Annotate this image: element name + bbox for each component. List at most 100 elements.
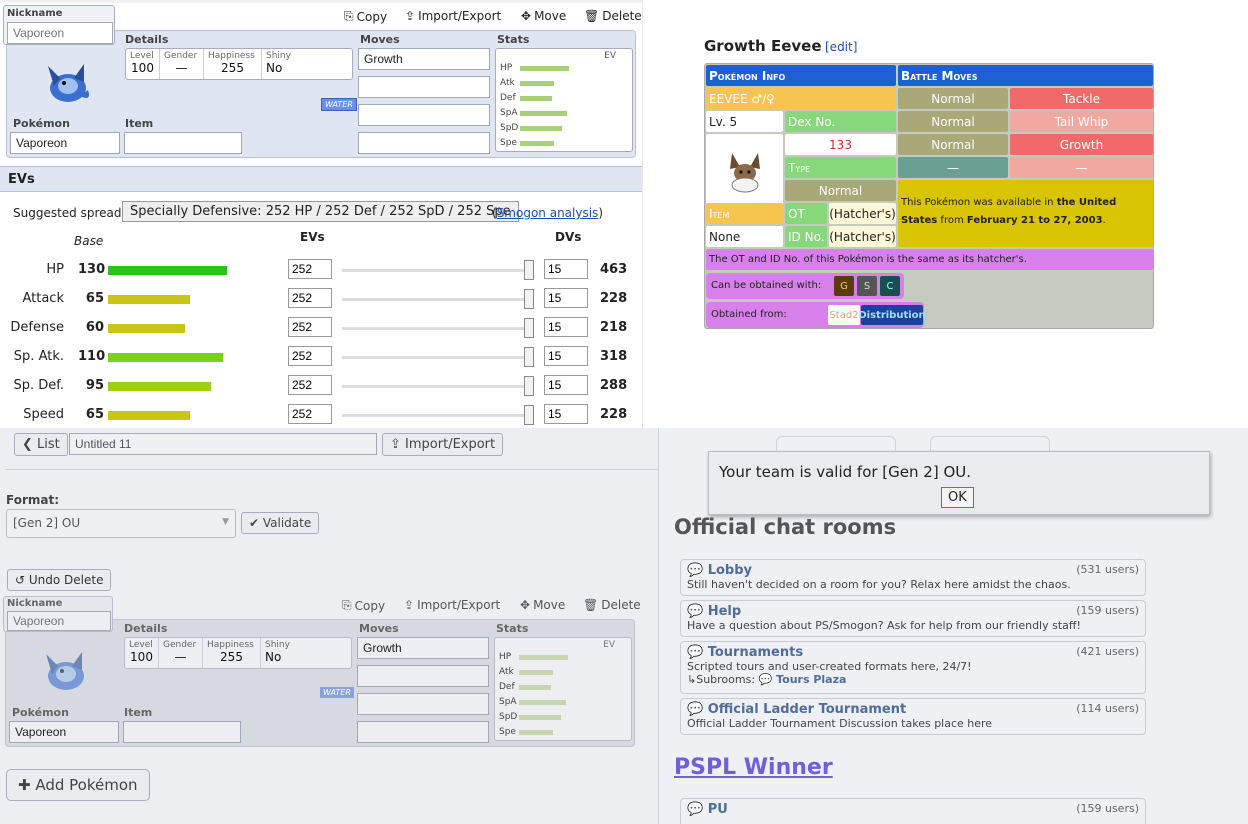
nickname-input[interactable]: [7, 22, 113, 44]
stat-mini-bar: [519, 715, 561, 720]
validate-button[interactable]: ✔ Validate: [241, 512, 320, 534]
trash-icon: 🗑: [583, 598, 599, 612]
details-button[interactable]: Level 100 Gender — Happiness 255 Shiny No: [125, 48, 353, 80]
ev-input[interactable]: [288, 404, 332, 424]
copy-button[interactable]: ⎘ Copy: [344, 9, 387, 24]
stats-button[interactable]: EV HP Atk Def SpA SpD Spe: [495, 48, 633, 152]
ev-input[interactable]: [288, 288, 332, 308]
dv-input[interactable]: [544, 317, 588, 337]
pokemon-label: Pokémon: [13, 117, 70, 130]
dv-input[interactable]: [544, 259, 588, 279]
room-desc: Official Ladder Tournament Discussion ta…: [687, 717, 993, 730]
ok-button[interactable]: OK: [941, 487, 974, 508]
stat-mini-label: HP: [500, 63, 513, 73]
import-export-button[interactable]: ⇪ Import/Export: [405, 9, 501, 23]
ev-slider-track[interactable]: [342, 356, 532, 359]
move-2-input[interactable]: [358, 76, 490, 98]
chat-bubble-icon: 💬: [687, 702, 704, 717]
evs-header: EVs: [0, 166, 642, 192]
ev-slider-track[interactable]: [342, 385, 532, 388]
pokemon-input[interactable]: [10, 132, 120, 154]
ev-slider-handle[interactable]: [524, 318, 534, 338]
move-1-input[interactable]: [358, 48, 490, 70]
obtain-with-box: Can be obtained with: G S C: [706, 273, 904, 299]
move-button[interactable]: ✥ Move: [521, 9, 566, 23]
move-button-2[interactable]: ✥ Move: [520, 598, 565, 612]
format-select[interactable]: [Gen 2] OU ▼: [6, 509, 236, 538]
ev-slider-handle[interactable]: [524, 347, 534, 367]
ev-input[interactable]: [288, 259, 332, 279]
stat-mini-label: SpD: [500, 123, 519, 133]
ev-slider-track[interactable]: [342, 269, 532, 272]
subroom-tours-plaza[interactable]: 💬 Tours Plaza: [759, 673, 847, 686]
type-badge-water: WATER: [321, 98, 357, 111]
room-help[interactable]: 💬 Help Have a question about PS/Smogon? …: [680, 600, 1146, 637]
room-official-ladder[interactable]: 💬 Official Ladder Tournament Official La…: [680, 698, 1146, 735]
ev-input[interactable]: [288, 317, 332, 337]
wiki-edit-link[interactable]: [edit]: [825, 40, 857, 54]
details-label: Details: [125, 33, 169, 46]
ev-slider-handle[interactable]: [524, 289, 534, 309]
stat-mini-bar: [519, 670, 553, 675]
move-3-input[interactable]: [358, 104, 490, 126]
ev-input[interactable]: [288, 346, 332, 366]
infobox: Pokémon Info Battle Moves EEVEE ♂/♀ Lv. …: [704, 63, 1154, 329]
move-4-input[interactable]: [358, 132, 490, 154]
item-input-2[interactable]: [123, 721, 241, 743]
plus-icon: ✚: [18, 776, 31, 794]
suggested-spread-button[interactable]: Specially Defensive: 252 HP / 252 Def / …: [122, 201, 519, 222]
ev-input[interactable]: [288, 375, 332, 395]
add-pokemon-button[interactable]: ✚ Add Pokémon: [6, 769, 150, 801]
pokemon-input-2[interactable]: [9, 721, 119, 743]
gender-cell: Gender —: [160, 49, 204, 79]
stat-name: Attack: [22, 291, 64, 306]
room-lobby[interactable]: 💬 Lobby Still haven't decided on a room …: [680, 559, 1146, 596]
stat-mini-bar: [520, 81, 554, 86]
delete-button[interactable]: 🗑 Delete: [584, 9, 642, 23]
quadrant-divider-v2: [658, 428, 659, 824]
ev-slider-track[interactable]: [342, 414, 532, 417]
copy-button-2[interactable]: ⎘ Copy: [342, 598, 385, 613]
shiny-cell-2: Shiny No: [265, 640, 290, 664]
undo-delete-button[interactable]: ↺ Undo Delete: [7, 569, 112, 591]
base-stat-bar: [108, 382, 211, 391]
move-4-input-2[interactable]: [357, 721, 489, 743]
dv-input[interactable]: [544, 375, 588, 395]
move-3-input-2[interactable]: [357, 693, 489, 715]
ev-slider-handle[interactable]: [524, 376, 534, 396]
ev-slider-handle[interactable]: [524, 260, 534, 280]
dv-input[interactable]: [544, 404, 588, 424]
list-button[interactable]: ❮ List: [14, 433, 68, 456]
battle-moves-header: Battle Moves: [898, 65, 1153, 86]
move-type-3: —: [898, 157, 1008, 178]
pspl-winner-title[interactable]: PSPL Winner: [674, 755, 833, 780]
room-pu[interactable]: 💬 PU (159 users): [680, 798, 1146, 824]
smogon-analysis-link[interactable]: Smogon analysis: [497, 206, 599, 220]
dv-input[interactable]: [544, 346, 588, 366]
team-name-input[interactable]: [69, 433, 377, 455]
import-export-button-2[interactable]: ⇪ Import/Export: [404, 598, 500, 612]
details-button-2[interactable]: Level 100 Gender — Happiness 255 Shiny No: [124, 637, 352, 669]
stat-total: 228: [600, 291, 628, 306]
item-input[interactable]: [124, 132, 242, 154]
delete-button-2[interactable]: 🗑 Delete: [583, 598, 641, 612]
move-2-input-2[interactable]: [357, 665, 489, 687]
happiness-cell: Happiness 255: [204, 49, 262, 79]
stadium2-badge: Stad2: [828, 305, 860, 325]
ev-slider-track[interactable]: [342, 327, 532, 330]
room-users: (159 users): [1076, 604, 1139, 617]
room-tournaments[interactable]: 💬 Tournaments Scripted tours and user-cr…: [680, 641, 1146, 694]
suggested-spread-label: Suggested spread:: [13, 206, 126, 220]
nickname-input-2[interactable]: [7, 611, 111, 631]
stats-button-2[interactable]: EV HP Atk Def SpA SpD Spe: [494, 637, 632, 741]
ev-slider-handle[interactable]: [524, 405, 534, 425]
ev-slider-track[interactable]: [342, 298, 532, 301]
move-type-2: Normal: [898, 134, 1008, 155]
team-import-export-button[interactable]: ⇪ Import/Export: [382, 433, 504, 456]
format-label: Format:: [6, 493, 60, 507]
dv-input[interactable]: [544, 288, 588, 308]
availability-note: This Pokémon was available in the United…: [898, 180, 1153, 247]
move-icon: ✥: [520, 598, 531, 612]
move-1-input-2[interactable]: [357, 637, 489, 659]
copy-icon: ⎘: [344, 9, 354, 23]
